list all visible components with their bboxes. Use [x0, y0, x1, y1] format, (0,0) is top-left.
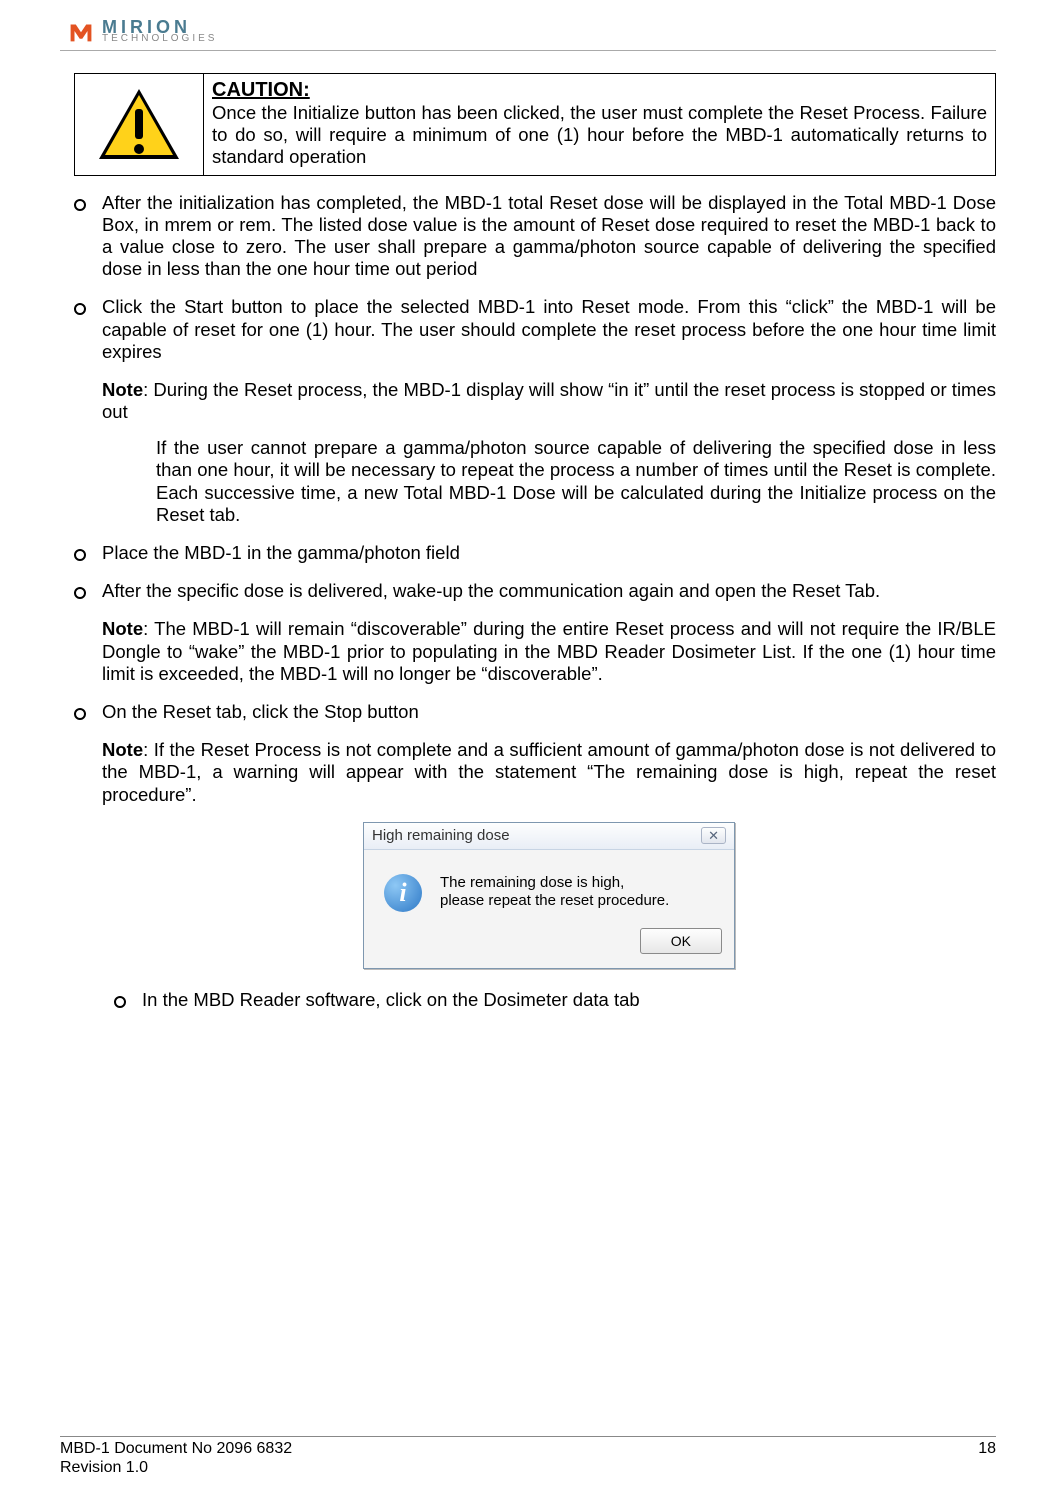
footer-page-number: 18 — [978, 1439, 996, 1477]
footer-revision: Revision 1.0 — [60, 1458, 292, 1477]
note-label: Note — [102, 618, 143, 639]
note-label: Note — [102, 739, 143, 760]
list-item: On the Reset tab, click the Stop button … — [102, 701, 996, 970]
note-continuation: If the user cannot prepare a gamma/photo… — [102, 437, 996, 526]
footer-doc-number: MBD-1 Document No 2096 6832 — [60, 1439, 292, 1458]
list-item: In the MBD Reader software, click on the… — [142, 989, 996, 1011]
dialog-message-line: please repeat the reset procedure. — [440, 892, 669, 910]
list-item-text: Place the MBD-1 in the gamma/photon fiel… — [102, 542, 460, 563]
brand-logo-icon — [68, 18, 94, 44]
info-icon: i — [384, 874, 422, 912]
list-item: After the specific dose is delivered, wa… — [102, 580, 996, 685]
caution-body: Once the Initialize button has been clic… — [212, 102, 987, 167]
list-item-text: Click the Start button to place the sele… — [102, 296, 996, 361]
list-item: After the initialization has completed, … — [102, 192, 996, 281]
page-footer: MBD-1 Document No 2096 6832 Revision 1.0… — [60, 1436, 996, 1477]
close-icon[interactable]: ✕ — [701, 827, 726, 845]
caution-title: CAUTION: — [212, 79, 310, 101]
list-item: Place the MBD-1 in the gamma/photon fiel… — [102, 542, 996, 564]
brand-subtitle: TECHNOLOGIES — [102, 34, 217, 44]
dialog-high-remaining-dose: High remaining dose ✕ i The remaining do… — [363, 822, 735, 970]
dialog-message-line: The remaining dose is high, — [440, 874, 669, 892]
list-item-text: After the initialization has completed, … — [102, 192, 996, 280]
list-item-text: After the specific dose is delivered, wa… — [102, 580, 880, 601]
caution-box: CAUTION: Once the Initialize button has … — [74, 73, 996, 176]
list-item: Click the Start button to place the sele… — [102, 296, 996, 526]
note-text: : If the Reset Process is not complete a… — [102, 739, 996, 804]
page-header: MIRION TECHNOLOGIES — [60, 18, 996, 51]
warning-triangle-icon — [99, 89, 179, 159]
note-text: : During the Reset process, the MBD-1 di… — [102, 379, 996, 422]
list-item-text: On the Reset tab, click the Stop button — [102, 701, 419, 722]
note-label: Note — [102, 379, 143, 400]
note-text: : The MBD-1 will remain “discoverable” d… — [102, 618, 996, 683]
ok-button[interactable]: OK — [640, 928, 722, 955]
dialog-title: High remaining dose — [372, 827, 510, 845]
list-item-text: In the MBD Reader software, click on the… — [142, 989, 640, 1010]
